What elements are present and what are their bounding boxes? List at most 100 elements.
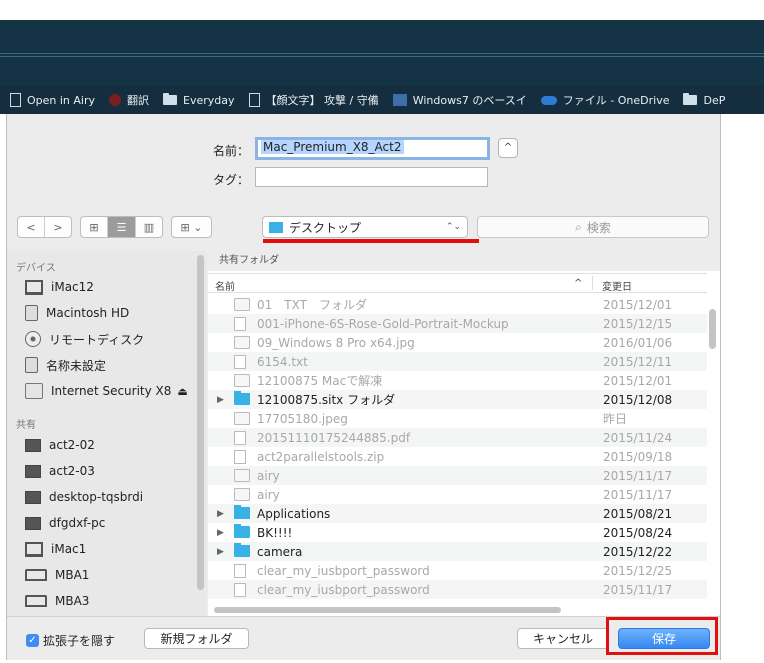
file-icon — [234, 431, 246, 445]
bookmark-label: 【顔文字】 攻撃 / 守備 — [265, 94, 379, 107]
bookmark-dep[interactable]: DeP — [683, 93, 726, 107]
sidebar-item-untitled[interactable]: 名称未設定 — [25, 356, 106, 374]
file-row[interactable]: 01 TXT フォルダ 2015/12/01 — [208, 295, 707, 314]
bookmark-translate[interactable]: 翻訳 — [109, 92, 149, 108]
sort-ascending-icon[interactable]: ^ — [574, 278, 582, 289]
imac-icon — [25, 279, 43, 295]
tag-input[interactable] — [255, 167, 488, 187]
bookmark-label: ファイル - OneDrive — [562, 94, 670, 107]
file-name: 20151110175244885.pdf — [257, 430, 411, 445]
hd-icon — [25, 383, 43, 399]
file-icon — [234, 355, 246, 369]
sidebar-item-label: Internet Security X8 — [51, 384, 172, 398]
sidebar-item-label: 名称未設定 — [46, 358, 107, 373]
icon-view-button[interactable]: ⊞ — [81, 217, 109, 237]
sidebar-item-label: リモートディスク — [49, 332, 145, 347]
disclosure-triangle-icon[interactable]: ▶ — [217, 395, 224, 405]
bookmark-everyday[interactable]: Everyday — [163, 93, 235, 107]
location-highlight — [263, 239, 479, 243]
back-button[interactable]: < — [18, 217, 45, 237]
file-row[interactable]: ▶ camera 2015/12/22 — [208, 542, 707, 561]
sidebar-item-macintosh-hd[interactable]: Macintosh HD — [25, 304, 129, 322]
arrange-button[interactable]: ⊞ ⌄ — [171, 216, 212, 238]
file-row[interactable]: clear_my_iusbport_password 2015/12/25 — [208, 561, 707, 580]
bookmark-label: DeP — [703, 93, 726, 107]
bookmark-label: 翻訳 — [127, 94, 150, 107]
sidebar-item-act2-02[interactable]: act2-02 — [25, 436, 95, 454]
disclosure-triangle-icon[interactable]: ▶ — [217, 509, 224, 519]
file-date: 昨日 — [603, 412, 628, 426]
sidebar-scrollbar[interactable] — [197, 255, 204, 590]
imac-icon — [25, 541, 43, 557]
file-row[interactable]: act2parallelstools.zip 2015/09/18 — [208, 447, 707, 466]
filename-input[interactable]: Mac_Premium_X8_Act2 — [255, 137, 490, 160]
eject-icon[interactable]: ⏏ — [177, 385, 187, 398]
file-row[interactable]: 09_Windows 8 Pro x64.jpg 2016/01/06 — [208, 333, 707, 352]
file-row[interactable]: 12100875 Macで解凍 2015/12/01 — [208, 371, 707, 390]
dialog-footer: ✓ 拡張子を隠す 新規フォルダ キャンセル 保存 — [7, 616, 720, 660]
arrange-label: ⊞ ⌄ — [180, 220, 203, 234]
sidebar-item-internet-security[interactable]: Internet Security X8 ⏏ — [25, 382, 188, 400]
save-dialog: 名前： Mac_Premium_X8_Act2 ^ タグ： < > ⊞ ☰ ▥ … — [6, 114, 721, 660]
toolbar-divider — [0, 56, 764, 57]
cd-icon — [25, 331, 41, 347]
file-date: 2016/01/06 — [603, 335, 673, 350]
bookmark-windows7[interactable]: Windows7 のベースイ — [392, 92, 527, 108]
horizontal-scrollbar[interactable] — [214, 607, 561, 613]
search-icon: ⌕ — [575, 219, 582, 234]
new-folder-button[interactable]: 新規フォルダ — [144, 628, 249, 649]
column-divider — [592, 276, 593, 290]
sidebar: デバイス iMac12 Macintosh HD リモートディスク 名称未設定 … — [7, 251, 207, 616]
location-popup[interactable]: デスクトップ ⌃⌄ — [262, 216, 468, 238]
list-view-button[interactable]: ☰ — [108, 217, 136, 237]
sidebar-item-mba1[interactable]: MBA1 — [25, 566, 89, 584]
column-view-button[interactable]: ▥ — [136, 217, 162, 237]
file-date: 2015/12/25 — [603, 563, 673, 578]
pc-icon — [25, 464, 41, 478]
forward-button[interactable]: > — [45, 217, 71, 237]
file-name: clear_my_iusbport_password — [257, 563, 430, 578]
file-row[interactable]: 17705180.jpeg 昨日 — [208, 409, 707, 428]
file-row[interactable]: ▶ BK!!!! 2015/08/24 — [208, 523, 707, 542]
vertical-scrollbar[interactable] — [709, 309, 716, 349]
file-icon — [234, 412, 250, 425]
bookmark-open-in-airy[interactable]: Open in Airy — [10, 93, 95, 107]
file-name: 12100875 Macで解凍 — [257, 374, 383, 388]
file-row[interactable]: 6154.txt 2015/12/11 — [208, 352, 707, 371]
file-row[interactable]: airy 2015/11/17 — [208, 466, 707, 485]
expand-button[interactable]: ^ — [498, 138, 518, 158]
file-row[interactable]: clear_my_iusbport_password 2015/11/17 — [208, 580, 707, 599]
sidebar-item-remote-disc[interactable]: リモートディスク — [25, 330, 144, 348]
sidebar-item-act2-03[interactable]: act2-03 — [25, 462, 95, 480]
column-name-header[interactable]: 名前 — [215, 278, 235, 293]
bookmark-onedrive[interactable]: ファイル - OneDrive — [540, 92, 670, 108]
toolbar-divider — [0, 53, 764, 54]
cancel-button[interactable]: キャンセル — [517, 628, 609, 649]
file-name: Applications — [257, 506, 331, 521]
file-row[interactable]: 001-iPhone-6S-Rose-Gold-Portrait-Mockup 2… — [208, 314, 707, 333]
nav-buttons: < > — [17, 216, 72, 238]
file-row[interactable]: airy 2015/11/17 — [208, 485, 707, 504]
file-row[interactable]: ▶ 12100875.sitx フォルダ 2015/12/08 — [208, 390, 707, 409]
file-browser: 共有フォルダ 名前 ^ 変更日 01 TXT フォルダ 2015/12/01 001… — [208, 251, 720, 616]
sidebar-item-imac12[interactable]: iMac12 — [25, 278, 94, 296]
file-name: 01 TXT フォルダ — [257, 298, 367, 312]
disclosure-triangle-icon[interactable]: ▶ — [217, 528, 224, 538]
file-row[interactable]: 20151110175244885.pdf 2015/11/24 — [208, 428, 707, 447]
file-name: airy — [257, 487, 280, 502]
sidebar-item-mba3[interactable]: MBA3 — [25, 592, 89, 610]
search-field[interactable]: ⌕ 検索 — [477, 216, 709, 238]
sidebar-item-imac1[interactable]: iMac1 — [25, 540, 86, 558]
column-date-header[interactable]: 変更日 — [602, 278, 632, 293]
folder-icon — [683, 93, 698, 105]
hide-extension-checkbox[interactable]: ✓ 拡張子を隠す — [26, 632, 115, 649]
sidebar-item-dfgdxf-pc[interactable]: dfgdxf-pc — [25, 514, 105, 532]
folder-icon — [269, 221, 283, 233]
sidebar-item-label: act2-03 — [49, 464, 95, 478]
disclosure-triangle-icon[interactable]: ▶ — [217, 547, 224, 557]
file-row[interactable]: ▶ Applications 2015/08/21 — [208, 504, 707, 523]
file-date: 2015/08/24 — [603, 525, 673, 540]
bug-icon — [109, 94, 122, 106]
bookmark-kaomoji[interactable]: 【顔文字】 攻撃 / 守備 — [248, 92, 379, 108]
sidebar-item-desktop-tqsbrdi[interactable]: desktop-tqsbrdi — [25, 488, 143, 506]
